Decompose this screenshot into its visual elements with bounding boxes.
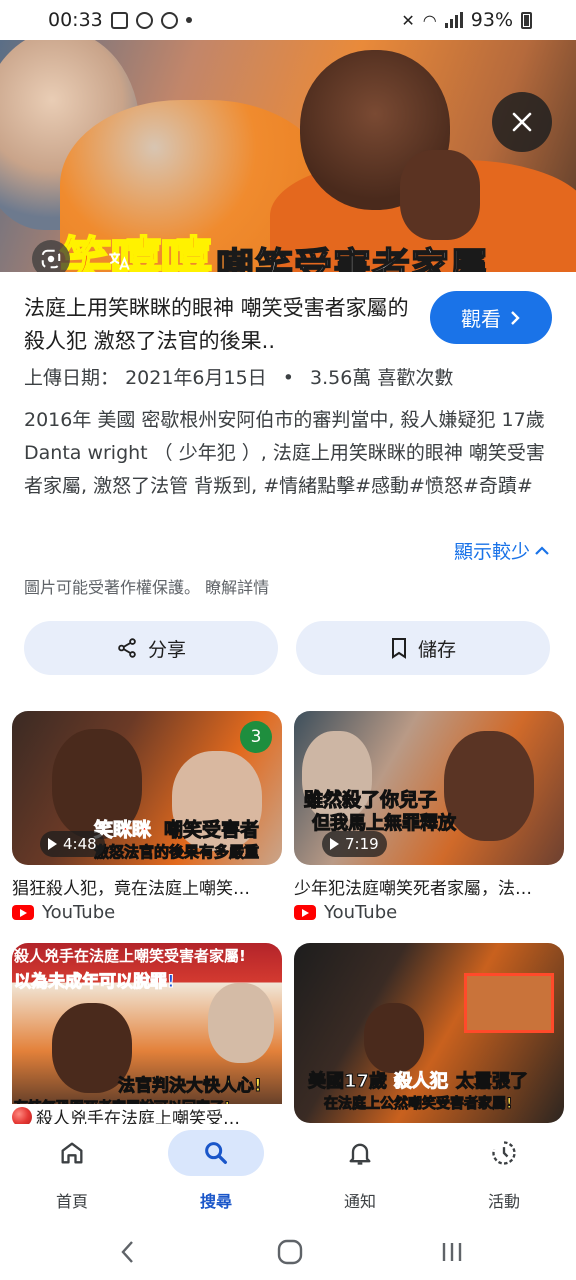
chevron-up-icon [535, 545, 549, 555]
duration-text: 4:48 [63, 835, 97, 853]
recents-icon [442, 1243, 462, 1261]
youtube-icon [294, 905, 316, 920]
status-time: 00:33 [48, 9, 103, 31]
nav-home[interactable]: 首頁 [12, 1130, 132, 1212]
related-thumbnail-1[interactable]: 3 笑眯眯 嘲笑受害者 激怒法官的後果有多嚴重 4:48 [12, 711, 282, 865]
search-icon [205, 1142, 227, 1164]
system-navigation-bar [0, 1220, 576, 1280]
thumb-caption: 在法庭上公然嘲笑受害者家屬! [323, 1096, 513, 1113]
home-icon [61, 1142, 83, 1164]
related-title-2[interactable]: 少年犯法庭嘲笑死者家屬，法… [294, 874, 566, 899]
save-label: 儲存 [417, 638, 456, 661]
mute-icon: ✕ [401, 10, 415, 30]
nav-activity-label: 活動 [487, 1192, 520, 1211]
related-thumbnail-2[interactable]: 雖然殺了你兒子 但我馬上無罪釋放 7:19 [294, 711, 564, 865]
copyright-notice[interactable]: 圖片可能受著作權保護。 瞭解詳情 [24, 574, 269, 598]
battery-percent: 93% [470, 9, 513, 31]
signal-icon [444, 12, 463, 28]
video-duration: 4:48 [40, 831, 105, 857]
youtube-icon [12, 905, 34, 920]
thumb-caption: 美國17歲 [307, 1071, 388, 1093]
system-recents-button[interactable] [432, 1232, 472, 1272]
thumb-caption: 太囂張了 [456, 1071, 529, 1093]
duration-text: 7:19 [345, 835, 379, 853]
nav-home-icon-wrap [24, 1130, 120, 1176]
source-name: YouTube [42, 902, 116, 923]
thumb-caption: 殺人犯 [394, 1071, 449, 1093]
back-icon [121, 1241, 133, 1263]
bottom-navigation: 首頁 搜尋 通知 活動 [0, 1124, 576, 1220]
related-source-2: YouTube [294, 902, 397, 923]
meta-separator: • [282, 367, 294, 389]
nav-search-icon-wrap [168, 1130, 264, 1176]
thumb-face [208, 983, 274, 1063]
thumb-caption: 嘲笑受害者 [163, 819, 260, 842]
hero-caption-text: 嘲笑受害者家屬 [215, 244, 490, 272]
nav-notifications[interactable]: 通知 [300, 1130, 420, 1212]
result-title[interactable]: 法庭上用笑眯眯的眼神 嘲笑受害者家屬的殺人犯 激怒了法官的後果.. [24, 292, 414, 358]
system-home-button[interactable] [270, 1232, 310, 1272]
hero-image[interactable]: 笑嘻嘻 嘲笑受害者家屬 [0, 40, 576, 272]
nav-activity[interactable]: 活動 [444, 1130, 564, 1212]
gallery-icon [110, 11, 128, 29]
more-notifications-icon [185, 17, 192, 23]
thumb-caption: 殺人兇手在法庭上嘲笑受害者家屬! [14, 947, 246, 965]
status-right: ✕ ◠ 93% [401, 9, 532, 31]
status-bar: 00:33 ✕ ◠ 93% [0, 0, 576, 40]
watch-button[interactable]: 觀看 [430, 291, 552, 344]
nav-home-label: 首頁 [55, 1192, 88, 1211]
lens-button[interactable] [32, 240, 70, 272]
close-icon [512, 112, 532, 132]
watch-label: 觀看 [461, 307, 501, 331]
thumb-inset [464, 973, 554, 1033]
chevron-right-icon [511, 310, 520, 325]
description: 2016年 美國 密歇根州安阿伯市的審判當中, 殺人嫌疑犯 17歲 Danta … [24, 409, 545, 497]
thumb-face [444, 731, 534, 841]
bell-icon [349, 1143, 371, 1165]
related-source-1: YouTube [12, 902, 115, 923]
source-name: YouTube [324, 902, 398, 923]
nav-search-label: 搜尋 [199, 1192, 232, 1211]
nav-search[interactable]: 搜尋 [156, 1130, 276, 1212]
facebook-icon [160, 11, 178, 29]
lens-icon [41, 249, 61, 269]
share-button[interactable]: 分享 [24, 621, 278, 675]
wifi-icon: ◠ [422, 10, 437, 30]
translate-button[interactable] [102, 244, 136, 272]
play-icon [48, 838, 57, 850]
close-button[interactable] [492, 92, 552, 152]
play-icon [330, 838, 339, 850]
battery-icon [521, 11, 532, 29]
show-less-label: 顯示較少 [453, 541, 530, 563]
home-circle-icon [277, 1239, 303, 1265]
show-less-link[interactable]: 顯示較少 [454, 537, 550, 564]
thumb-caption: 以為未成年可以脫罪! [14, 972, 176, 993]
related-title-1[interactable]: 猖狂殺人犯，竟在法庭上嘲笑… [12, 874, 284, 899]
thumb-face [364, 1003, 424, 1073]
history-icon [492, 1141, 516, 1165]
upload-label: 上傳日期： [24, 367, 120, 389]
thumb-caption: 激怒法官的後果有多嚴重 [93, 843, 260, 862]
bookmark-icon [391, 638, 406, 659]
related-thumbnail-3[interactable]: 殺人兇手在法庭上嘲笑受害者家屬! 以為未成年可以脫罪! 法官判決大快人心! 有恃… [12, 943, 282, 1123]
image-count-badge: 3 [240, 721, 272, 753]
nav-activity-icon-wrap [456, 1130, 552, 1176]
app-notification-icon [135, 11, 153, 29]
thumb-caption: 法官判決大快人心! [118, 1076, 263, 1097]
likes-count: 3.56萬 喜歡次數 [310, 367, 454, 389]
translate-icon [109, 252, 130, 271]
system-back-button[interactable] [108, 1232, 148, 1272]
share-icon [118, 638, 136, 658]
upload-date: 2021年6月15日 [125, 367, 267, 389]
save-button[interactable]: 儲存 [296, 621, 550, 675]
status-left: 00:33 [48, 9, 192, 31]
nav-notifications-label: 通知 [343, 1192, 376, 1211]
related-thumbnail-4[interactable]: 美國17歲 殺人犯 太囂張了 在法庭上公然嘲笑受害者家屬! [294, 943, 564, 1123]
thumb-caption: 雖然殺了你兒子 [303, 789, 438, 812]
video-duration: 7:19 [322, 831, 387, 857]
nav-notifications-icon-wrap [312, 1130, 408, 1176]
upload-meta: 上傳日期： 2021年6月15日 • 3.56萬 喜歡次數 [24, 363, 453, 390]
share-label: 分享 [147, 638, 186, 661]
